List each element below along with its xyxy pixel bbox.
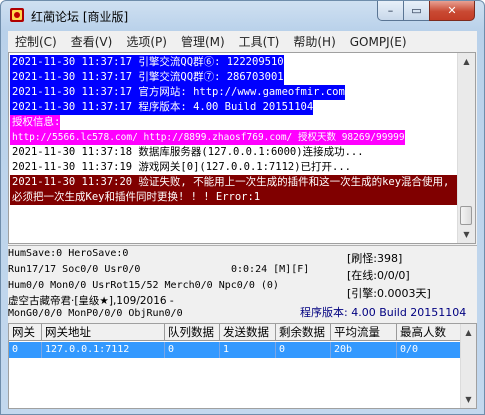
- close-button[interactable]: ✕: [429, 1, 475, 21]
- log-line: 2021-11-30 11:37:17 引擎交流QQ群⑦: 286703001: [10, 70, 284, 85]
- menu-view[interactable]: 查看(V): [64, 33, 120, 50]
- table-cell: 20b: [331, 342, 397, 358]
- maximize-button[interactable]: ▭: [403, 1, 430, 21]
- status-run: Run17/17 Soc0/0 Usr0/0: [8, 264, 141, 275]
- engine-days: [引擎:0.0003天]: [347, 287, 431, 300]
- refresh-count: [刷怪:398]: [347, 252, 403, 265]
- minimize-button[interactable]: –: [377, 1, 404, 21]
- app-icon: [10, 8, 24, 22]
- log-line: 2021-11-30 11:37:17 程序版本: 4.00 Build 201…: [10, 100, 314, 115]
- menu-control[interactable]: 控制(C): [8, 33, 64, 50]
- column-header[interactable]: 网关: [9, 324, 42, 341]
- column-header[interactable]: 网关地址: [42, 324, 165, 341]
- column-header[interactable]: 平均流量: [331, 324, 397, 341]
- status-map: 虚空古藏帝君·[皇级★],109/2016 -: [8, 295, 174, 307]
- table-cell: 0: [165, 342, 220, 358]
- log-line: 2021-11-30 11:37:17 官方网站: http://www.gam…: [10, 85, 345, 100]
- log-line: http://5566.lc578.com/ http://8899.zhaos…: [10, 130, 405, 145]
- column-header[interactable]: 最高人数: [397, 324, 462, 341]
- log-line: 2021-11-30 11:37:18 数据库服务器(127.0.0.1:600…: [12, 146, 364, 158]
- gateway-table[interactable]: 网关 网关地址 队列数据 发送数据 剩余数据 平均流量 最高人数 0 127.0…: [8, 323, 477, 409]
- log-line: 授权信息:: [10, 115, 61, 130]
- scroll-up-icon[interactable]: ▲: [461, 324, 476, 341]
- divider: [8, 245, 477, 246]
- table-cell: 1: [220, 342, 276, 358]
- menu-help[interactable]: 帮助(H): [286, 33, 342, 50]
- menu-bar: 控制(C) 查看(V) 选项(P) 管理(M) 工具(T) 帮助(H) GOMP…: [8, 31, 477, 53]
- main-window: 红蔺论坛 [商业版] – ▭ ✕ 控制(C) 查看(V) 选项(P) 管理(M)…: [0, 0, 485, 415]
- column-header[interactable]: 队列数据: [165, 324, 220, 341]
- title-bar[interactable]: 红蔺论坛 [商业版] – ▭ ✕: [1, 1, 484, 31]
- log-panel[interactable]: 2021-11-30 11:37:17 引擎交流QQ群⑥: 122209510 …: [8, 52, 476, 244]
- client-area: 2021-11-30 11:37:17 引擎交流QQ群⑥: 122209510 …: [8, 52, 477, 409]
- scroll-down-icon[interactable]: ▼: [461, 391, 476, 408]
- table-cell: 0: [276, 342, 331, 358]
- status-save: HumSave:0 HeroSave:0: [8, 248, 129, 259]
- table-cell: 0: [9, 342, 42, 358]
- log-line: 2021-11-30 11:37:19 游戏网关[0](127.0.0.1:71…: [12, 161, 352, 173]
- scroll-down-icon[interactable]: ▼: [458, 226, 475, 243]
- table-cell: 0/0: [397, 342, 462, 358]
- window-title: 红蔺论坛 [商业版]: [31, 10, 129, 24]
- log-line: 2021-11-30 11:37:17 引擎交流QQ群⑥: 122209510: [10, 55, 284, 70]
- scroll-up-icon[interactable]: ▲: [458, 53, 475, 70]
- menu-manage[interactable]: 管理(M): [174, 33, 232, 50]
- table-scrollbar[interactable]: ▲ ▼: [460, 324, 476, 408]
- status-time: 0:0:24 [M][F]: [231, 264, 310, 275]
- online-count: [在线:0/0/0]: [347, 269, 410, 282]
- status-monsters: MonG0/0/0 MonP0/0/0 ObjRun0/0: [8, 308, 183, 319]
- column-header[interactable]: 剩余数据: [276, 324, 331, 341]
- status-objects: Hum0/0 Mon0/0 UsrRot15/52 Merch0/0 Npc0/…: [8, 280, 279, 291]
- log-lines: 2021-11-30 11:37:17 引擎交流QQ群⑥: 122209510 …: [10, 55, 458, 205]
- log-scrollbar[interactable]: ▲ ▼: [457, 53, 475, 243]
- column-header[interactable]: 发送数据: [220, 324, 276, 341]
- menu-tools[interactable]: 工具(T): [232, 33, 287, 50]
- table-cell: 127.0.0.1:7112: [42, 342, 165, 358]
- scroll-thumb[interactable]: [460, 206, 472, 225]
- menu-options[interactable]: 选项(P): [119, 33, 174, 50]
- program-version: 程序版本: 4.00 Build 20151104: [300, 306, 467, 319]
- log-line-error: 2021-11-30 11:37:20 验证失败, 不能用上一次生成的插件和这一…: [10, 175, 458, 205]
- menu-gompj[interactable]: GOMPJ(E): [343, 35, 414, 49]
